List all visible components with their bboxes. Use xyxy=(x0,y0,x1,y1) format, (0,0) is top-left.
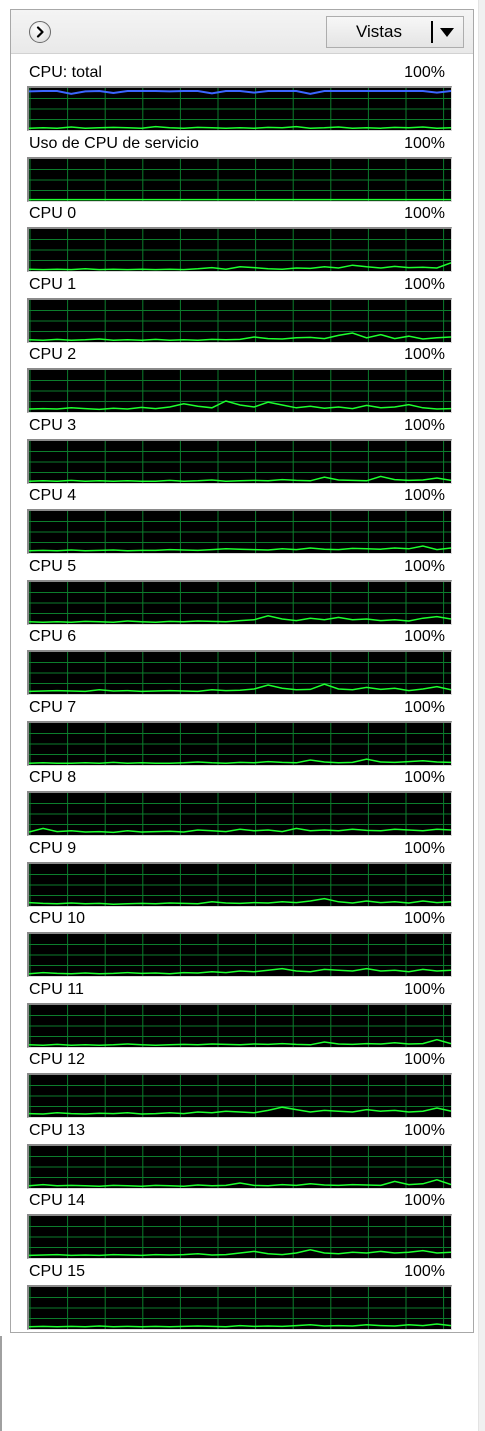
cpu-usage-graph xyxy=(27,438,452,484)
cpu-usage-graph xyxy=(27,156,452,202)
cpu-graph-max-label: 100% xyxy=(404,1121,445,1139)
cpu-graph-title: CPU 15 xyxy=(29,1262,86,1280)
cpu-graph-max-label: 100% xyxy=(404,487,445,504)
cpu-usage-graph xyxy=(27,720,452,766)
cpu-graph-title: CPU 14 xyxy=(29,1192,86,1209)
cpu-graph-max-label: 100% xyxy=(404,980,445,998)
cpu-usage-graph xyxy=(27,932,452,977)
cpu-graph-title: CPU 0 xyxy=(29,205,77,222)
cpu-graph-title: CPU 11 xyxy=(29,980,84,998)
views-dropdown-button[interactable]: Vistas xyxy=(326,16,464,48)
cpu-graph-block: CPU 0 100% xyxy=(11,204,473,275)
cpu-graph-title: CPU 3 xyxy=(29,416,77,434)
cpu-graph-max-label: 100% xyxy=(404,134,445,152)
cpu-usage-graph xyxy=(27,86,452,131)
cpu-graph-block: CPU 5 100% xyxy=(11,557,473,628)
cpu-usage-graph xyxy=(27,1284,452,1330)
cpu-graph-max-label: 100% xyxy=(404,839,445,857)
cpu-graph-max-label: 100% xyxy=(404,346,445,363)
cpu-graph-title: CPU 1 xyxy=(29,275,77,293)
cpu-graph-block: CPU 3 100% xyxy=(11,416,473,487)
views-separator xyxy=(431,21,433,43)
cpu-usage-graph xyxy=(27,1002,452,1048)
cpu-monitor-window: Vistas CPU: total 100% Uso de CPU de servi… xyxy=(0,0,485,1431)
cpu-usage-graph xyxy=(27,791,452,836)
cpu-graph-block: CPU 12 100% xyxy=(11,1050,473,1121)
cpu-graph-block: CPU 7 100% xyxy=(11,698,473,769)
dropdown-arrow-icon xyxy=(440,28,454,37)
cpu-graph-max-label: 100% xyxy=(404,1262,445,1280)
cpu-graphs-panel: Vistas CPU: total 100% Uso de CPU de servi… xyxy=(10,9,474,1333)
cpu-graph-block: CPU 8 100% xyxy=(11,768,473,839)
cpu-graph-block: CPU 15 100% xyxy=(11,1262,473,1333)
cpu-graph-title: CPU 8 xyxy=(29,769,77,786)
chevron-right-icon xyxy=(36,26,44,38)
cpu-graph-block: Uso de CPU de servicio 100% xyxy=(11,134,473,205)
cpu-graph-title: CPU 10 xyxy=(29,910,86,927)
cpu-graph-block: CPU 6 100% xyxy=(11,627,473,698)
cpu-usage-graph xyxy=(27,1073,452,1118)
cpu-graph-max-label: 100% xyxy=(404,557,445,575)
cpu-usage-graph xyxy=(27,368,452,413)
cpu-graph-max-label: 100% xyxy=(404,1192,445,1209)
cpu-usage-graph xyxy=(27,579,452,625)
panel-toolbar: Vistas xyxy=(11,10,473,54)
cpu-graph-max-label: 100% xyxy=(404,205,445,222)
cpu-graph-list: CPU: total 100% Uso de CPU de servicio 100%… xyxy=(11,63,473,1332)
cpu-usage-graph xyxy=(27,1214,452,1259)
cpu-usage-graph xyxy=(27,227,452,272)
cpu-graph-max-label: 100% xyxy=(404,628,445,645)
cpu-graph-max-label: 100% xyxy=(404,769,445,786)
cpu-graph-block: CPU 2 100% xyxy=(11,345,473,416)
cpu-graph-block: CPU 9 100% xyxy=(11,839,473,910)
cpu-graph-block: CPU 1 100% xyxy=(11,275,473,346)
cpu-graph-title: CPU 5 xyxy=(29,557,77,575)
cpu-graph-title: CPU 6 xyxy=(29,628,77,645)
cpu-usage-graph xyxy=(27,509,452,554)
cpu-graph-block: CPU 14 100% xyxy=(11,1191,473,1262)
cpu-graph-block: CPU 10 100% xyxy=(11,909,473,980)
cpu-usage-graph xyxy=(27,861,452,907)
cpu-graph-max-label: 100% xyxy=(404,1051,445,1068)
cpu-graph-title: Uso de CPU de servicio xyxy=(29,134,199,152)
cpu-graph-max-label: 100% xyxy=(404,416,445,434)
cpu-graph-title: CPU 13 xyxy=(29,1121,86,1139)
cpu-graph-title: CPU 12 xyxy=(29,1051,86,1068)
cpu-graph-block: CPU 13 100% xyxy=(11,1121,473,1192)
cpu-graph-title: CPU: total xyxy=(29,64,102,81)
cpu-graph-title: CPU 9 xyxy=(29,839,77,857)
cpu-graph-max-label: 100% xyxy=(404,910,445,927)
views-label: Vistas xyxy=(356,22,402,41)
cpu-usage-graph xyxy=(27,650,452,695)
cpu-graph-max-label: 100% xyxy=(404,64,445,81)
chevron-right-circle-icon[interactable] xyxy=(29,21,51,43)
cpu-usage-graph xyxy=(27,1143,452,1189)
cpu-graph-max-label: 100% xyxy=(404,275,445,293)
window-edge-left xyxy=(0,1336,2,1431)
cpu-graph-block: CPU 11 100% xyxy=(11,980,473,1051)
cpu-graph-block: CPU 4 100% xyxy=(11,486,473,557)
cpu-graph-block: CPU: total 100% xyxy=(11,63,473,134)
cpu-graph-title: CPU 7 xyxy=(29,698,77,716)
cpu-usage-graph xyxy=(27,297,452,343)
cpu-graph-title: CPU 4 xyxy=(29,487,77,504)
window-edge xyxy=(478,0,485,1431)
cpu-graph-title: CPU 2 xyxy=(29,346,77,363)
cpu-graph-max-label: 100% xyxy=(404,698,445,716)
